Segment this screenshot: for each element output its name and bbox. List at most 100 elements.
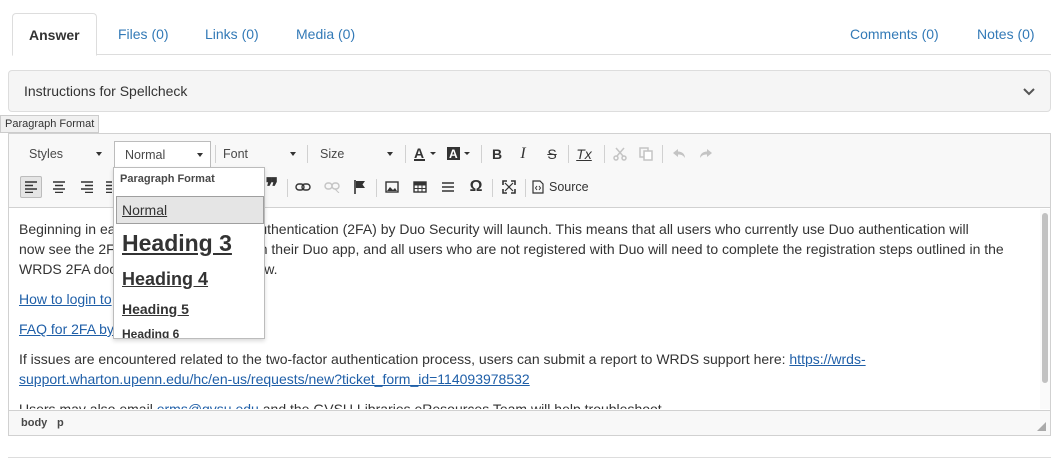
toolbar-separator [376, 179, 377, 197]
flag-icon [354, 180, 365, 194]
unlink-icon [324, 182, 340, 193]
unlink-button[interactable] [321, 176, 343, 198]
dropdown-arrow-icon [96, 152, 102, 156]
format-option-heading3[interactable]: Heading 3 [116, 230, 264, 257]
background-color-icon: A [447, 147, 470, 161]
source-button[interactable]: Source [532, 176, 592, 198]
content-link[interactable]: FAQ for 2FA by [19, 321, 114, 337]
tab-comments[interactable]: Comments (0) [850, 13, 939, 55]
toolbar-separator [568, 145, 569, 163]
styles-combo[interactable]: Styles [19, 141, 109, 167]
paragraph-format-tooltip: Paragraph Format [0, 115, 100, 133]
bottom-divider [8, 457, 1051, 458]
element-path-body[interactable]: body [21, 417, 47, 429]
source-icon [532, 180, 544, 194]
paragraph: If issues are encountered related to the… [19, 349, 1030, 389]
content-link[interactable]: https://wrds- [789, 351, 865, 367]
dropdown-arrow-icon [197, 153, 203, 157]
content-text: If issues are encountered related to the… [19, 351, 790, 367]
dropdown-arrow-icon [387, 152, 393, 156]
align-left-icon [25, 181, 37, 193]
font-combo[interactable]: Font [213, 141, 303, 167]
toolbar-separator [405, 145, 406, 163]
instructions-panel[interactable]: Instructions for Spellcheck [8, 70, 1051, 112]
scroll-thumb[interactable] [1042, 213, 1048, 383]
table-icon [413, 181, 427, 193]
text-color-button[interactable]: A [411, 143, 441, 165]
toolbar-separator [307, 145, 308, 163]
strikethrough-icon: S [547, 146, 557, 162]
horizontal-rule-icon [442, 182, 454, 192]
text-color-icon: A [414, 146, 436, 161]
content-text: and the GVSU Libraries eResources Team w… [258, 401, 666, 409]
toolbar-separator [287, 179, 288, 197]
link-button[interactable] [292, 176, 314, 198]
format-option-normal[interactable]: Normal [116, 196, 264, 224]
format-option-heading6[interactable]: Heading 6 [116, 327, 264, 338]
content-text: w. [264, 261, 278, 277]
horizontal-rule-button[interactable] [437, 176, 459, 198]
table-button[interactable] [409, 176, 431, 198]
toolbar-separator [604, 145, 605, 163]
align-left-button[interactable] [20, 176, 42, 198]
content-text: now see the 2F [19, 241, 115, 257]
anchor-button[interactable] [349, 176, 371, 198]
maximize-button[interactable] [498, 176, 520, 198]
format-label: Normal [125, 148, 166, 162]
resize-handle-icon[interactable] [1037, 422, 1046, 431]
content-link[interactable]: support.wharton.upenn.edu/hc/en-us/reque… [19, 371, 530, 387]
maximize-icon [502, 180, 516, 194]
cut-button[interactable] [609, 143, 631, 165]
content-link[interactable]: erms@gvsu.edu [157, 401, 259, 409]
strikethrough-button[interactable]: S [541, 143, 563, 165]
align-center-icon [53, 181, 65, 193]
size-combo[interactable]: Size [310, 141, 400, 167]
toolbar-separator [525, 179, 526, 197]
italic-button[interactable]: I [512, 143, 534, 165]
remove-format-button[interactable]: Tx [573, 143, 595, 165]
content-link[interactable]: How to login to [19, 291, 112, 307]
italic-icon: I [520, 145, 526, 162]
format-option-heading5[interactable]: Heading 5 [116, 301, 264, 317]
tab-files[interactable]: Files (0) [118, 13, 169, 55]
tab-links[interactable]: Links (0) [205, 13, 259, 55]
image-button[interactable] [381, 176, 403, 198]
content-text: n their Duo app, and all users who are n… [259, 241, 1004, 257]
bold-icon: B [491, 146, 503, 162]
toolbar-separator [662, 145, 663, 163]
redo-button[interactable] [695, 143, 717, 165]
remove-format-icon: Tx [576, 146, 592, 162]
element-path-p[interactable]: p [57, 417, 64, 429]
format-combo[interactable]: Normal [114, 141, 211, 167]
copy-icon [639, 147, 653, 161]
content-text: ctor Authentication (2FA) by Duo Securit… [223, 221, 969, 237]
cut-icon [613, 147, 627, 161]
dropdown-title: Paragraph Format [120, 173, 215, 185]
align-right-icon [81, 181, 93, 193]
tab-answer[interactable]: Answer [12, 13, 97, 56]
format-option-heading4[interactable]: Heading 4 [116, 269, 264, 290]
special-char-button[interactable]: Ω [465, 176, 487, 198]
undo-button[interactable] [668, 143, 690, 165]
undo-icon [673, 149, 685, 158]
source-label: Source [549, 180, 589, 194]
size-label: Size [320, 147, 345, 161]
editor-scrollbar[interactable] [1040, 209, 1050, 409]
content-text: Users may also email [19, 401, 157, 409]
image-icon [385, 181, 399, 193]
svg-text:A: A [414, 146, 424, 161]
background-color-button[interactable]: A [445, 143, 475, 165]
tab-notes[interactable]: Notes (0) [977, 13, 1035, 55]
toolbar-separator [492, 179, 493, 197]
chevron-down-icon[interactable] [1022, 84, 1036, 98]
redo-icon [700, 149, 712, 158]
bold-button[interactable]: B [486, 143, 508, 165]
align-center-button[interactable] [48, 176, 70, 198]
align-right-button[interactable] [76, 176, 98, 198]
tab-bar: Answer Files (0) Links (0) Media (0) Com… [12, 13, 1051, 56]
copy-button[interactable] [635, 143, 657, 165]
link-icon [295, 183, 311, 191]
tab-media[interactable]: Media (0) [296, 13, 355, 55]
content-text: Beginning in ea [19, 221, 116, 237]
instructions-title: Instructions for Spellcheck [24, 83, 188, 99]
